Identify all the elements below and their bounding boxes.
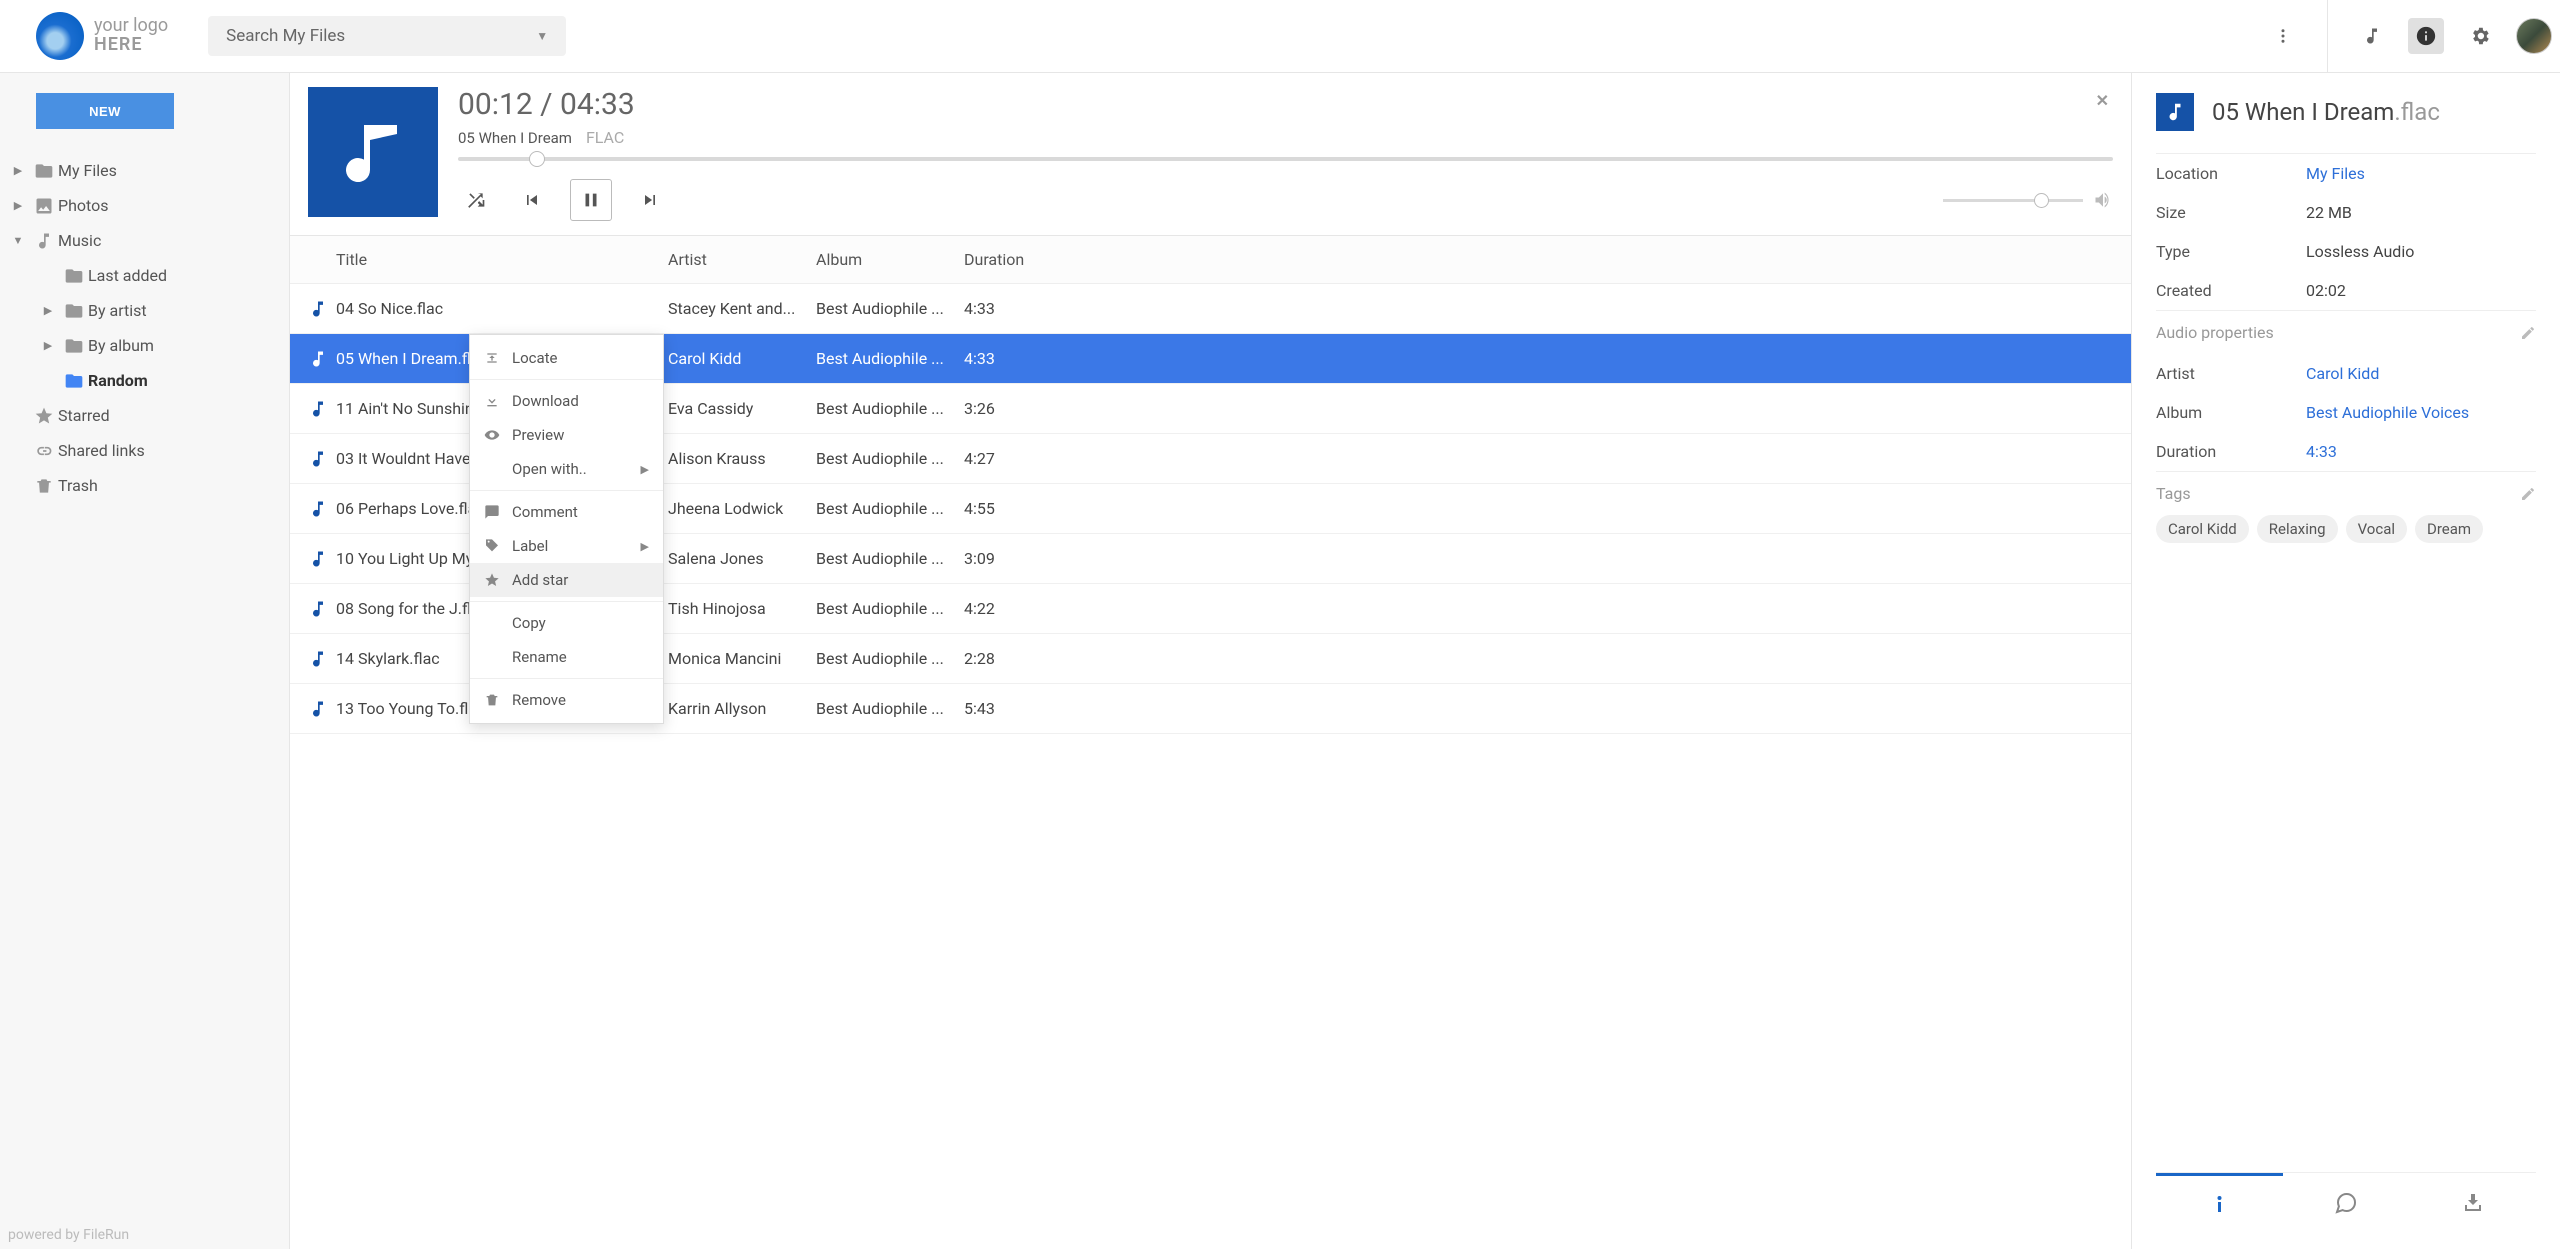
sidebar-item-photos[interactable]: ▶Photos bbox=[0, 188, 289, 223]
artist-link[interactable]: Carol Kidd bbox=[2306, 364, 2379, 383]
sidebar-item-my-files[interactable]: ▶My Files bbox=[0, 153, 289, 188]
tag-list: Carol Kidd Relaxing Vocal Dream bbox=[2156, 515, 2536, 543]
sidebar: NEW ▶My Files ▶Photos ▼Music Last added … bbox=[0, 73, 290, 1249]
menu-locate[interactable]: Locate bbox=[470, 341, 663, 375]
sidebar-item-label: By artist bbox=[88, 301, 147, 320]
menu-download[interactable]: Download bbox=[470, 384, 663, 418]
file-ext: .flac bbox=[2394, 98, 2440, 126]
context-menu: Locate Download Preview Open with..▶ Com… bbox=[469, 334, 664, 724]
tags-heading: Tags bbox=[2156, 484, 2191, 503]
edit-tags-icon[interactable] bbox=[2520, 486, 2536, 502]
playback-time: 00:12 / 04:33 bbox=[458, 87, 2113, 122]
search-placeholder: Search My Files bbox=[226, 26, 345, 46]
previous-icon[interactable] bbox=[514, 182, 550, 218]
progress-bar[interactable] bbox=[458, 157, 2113, 161]
pause-button[interactable] bbox=[570, 179, 612, 221]
music-file-icon bbox=[300, 649, 336, 669]
sidebar-item-label: Music bbox=[58, 231, 101, 250]
size-value: 22 MB bbox=[2306, 203, 2352, 222]
sidebar-item-label: By album bbox=[88, 336, 154, 355]
menu-copy[interactable]: Copy bbox=[470, 606, 663, 640]
sidebar-item-random[interactable]: Random bbox=[0, 363, 289, 398]
audio-properties-heading: Audio properties bbox=[2156, 323, 2274, 342]
more-menu-icon[interactable] bbox=[2265, 18, 2301, 54]
shuffle-icon[interactable] bbox=[458, 182, 494, 218]
column-headers: Title Artist Album Duration bbox=[290, 236, 2131, 284]
track-list: 04 So Nice.flacStacey Kent and...Best Au… bbox=[290, 284, 2131, 1249]
next-icon[interactable] bbox=[632, 182, 668, 218]
type-value: Lossless Audio bbox=[2306, 242, 2414, 261]
file-type-icon bbox=[2156, 93, 2194, 131]
gear-icon[interactable] bbox=[2462, 18, 2498, 54]
col-artist[interactable]: Artist bbox=[668, 250, 816, 269]
header: your logo HERE Search My Files ▼ bbox=[0, 0, 2560, 73]
sidebar-item-by-album[interactable]: ▶By album bbox=[0, 328, 289, 363]
sidebar-item-label: Shared links bbox=[58, 441, 145, 460]
volume-icon[interactable] bbox=[2093, 190, 2113, 210]
volume-slider[interactable] bbox=[1943, 199, 2083, 202]
music-file-icon bbox=[300, 599, 336, 619]
col-album[interactable]: Album bbox=[816, 250, 964, 269]
file-name: 05 When I Dream bbox=[2212, 98, 2394, 126]
tag[interactable]: Vocal bbox=[2346, 515, 2407, 543]
details-panel: 05 When I Dream.flac LocationMy Files Si… bbox=[2132, 73, 2560, 1249]
sidebar-item-label: Photos bbox=[58, 196, 109, 215]
menu-preview[interactable]: Preview bbox=[470, 418, 663, 452]
music-icon[interactable] bbox=[2354, 18, 2390, 54]
sidebar-item-label: Trash bbox=[58, 476, 98, 495]
menu-add-star[interactable]: Add star bbox=[470, 563, 663, 597]
menu-comment[interactable]: Comment bbox=[470, 495, 663, 529]
search-dropdown-caret[interactable]: ▼ bbox=[536, 29, 548, 43]
album-art bbox=[308, 87, 438, 217]
sidebar-item-trash[interactable]: Trash bbox=[0, 468, 289, 503]
logo-icon bbox=[36, 12, 84, 60]
duration-link[interactable]: 4:33 bbox=[2306, 442, 2337, 461]
tab-info[interactable] bbox=[2156, 1173, 2283, 1229]
edit-audio-icon[interactable] bbox=[2520, 325, 2536, 341]
music-file-icon bbox=[300, 549, 336, 569]
sidebar-item-shared-links[interactable]: Shared links bbox=[0, 433, 289, 468]
track-format: FLAC bbox=[586, 128, 624, 147]
close-player-icon[interactable]: ✕ bbox=[2096, 91, 2109, 110]
music-file-icon bbox=[300, 399, 336, 419]
track-title: 05 When I Dream bbox=[458, 129, 572, 147]
tab-comments[interactable] bbox=[2283, 1173, 2410, 1229]
col-title[interactable]: Title bbox=[336, 250, 668, 269]
created-value: 02:02 bbox=[2306, 281, 2346, 300]
location-link[interactable]: My Files bbox=[2306, 164, 2365, 183]
music-file-icon bbox=[300, 299, 336, 319]
tag[interactable]: Carol Kidd bbox=[2156, 515, 2249, 543]
sidebar-item-label: Random bbox=[88, 371, 148, 390]
col-duration[interactable]: Duration bbox=[964, 250, 2131, 269]
avatar[interactable] bbox=[2516, 18, 2552, 54]
tag[interactable]: Relaxing bbox=[2257, 515, 2338, 543]
sidebar-item-last-added[interactable]: Last added bbox=[0, 258, 289, 293]
sidebar-item-label: Starred bbox=[58, 406, 110, 425]
menu-rename[interactable]: Rename bbox=[470, 640, 663, 674]
sidebar-item-label: My Files bbox=[58, 161, 117, 180]
search-input[interactable]: Search My Files ▼ bbox=[208, 16, 566, 56]
player: 00:12 / 04:33 05 When I Dream FLAC bbox=[290, 73, 2131, 236]
music-file-icon bbox=[300, 499, 336, 519]
info-icon[interactable] bbox=[2408, 18, 2444, 54]
powered-by: powered by FileRun bbox=[8, 1227, 129, 1243]
album-link[interactable]: Best Audiophile Voices bbox=[2306, 403, 2469, 422]
music-file-icon bbox=[300, 699, 336, 719]
music-file-icon bbox=[300, 449, 336, 469]
new-button[interactable]: NEW bbox=[36, 93, 174, 129]
tag[interactable]: Dream bbox=[2415, 515, 2483, 543]
sidebar-item-by-artist[interactable]: ▶By artist bbox=[0, 293, 289, 328]
menu-label[interactable]: Label▶ bbox=[470, 529, 663, 563]
menu-open-with[interactable]: Open with..▶ bbox=[470, 452, 663, 486]
sidebar-item-music[interactable]: ▼Music bbox=[0, 223, 289, 258]
main-content: 00:12 / 04:33 05 When I Dream FLAC bbox=[290, 73, 2132, 1249]
menu-remove[interactable]: Remove bbox=[470, 683, 663, 717]
sidebar-item-starred[interactable]: Starred bbox=[0, 398, 289, 433]
logo[interactable]: your logo HERE bbox=[36, 12, 168, 60]
tab-download[interactable] bbox=[2409, 1173, 2536, 1229]
logo-text-bottom: HERE bbox=[94, 36, 168, 55]
table-row[interactable]: 04 So Nice.flacStacey Kent and...Best Au… bbox=[290, 284, 2131, 334]
sidebar-item-label: Last added bbox=[88, 266, 167, 285]
music-file-icon bbox=[300, 349, 336, 369]
